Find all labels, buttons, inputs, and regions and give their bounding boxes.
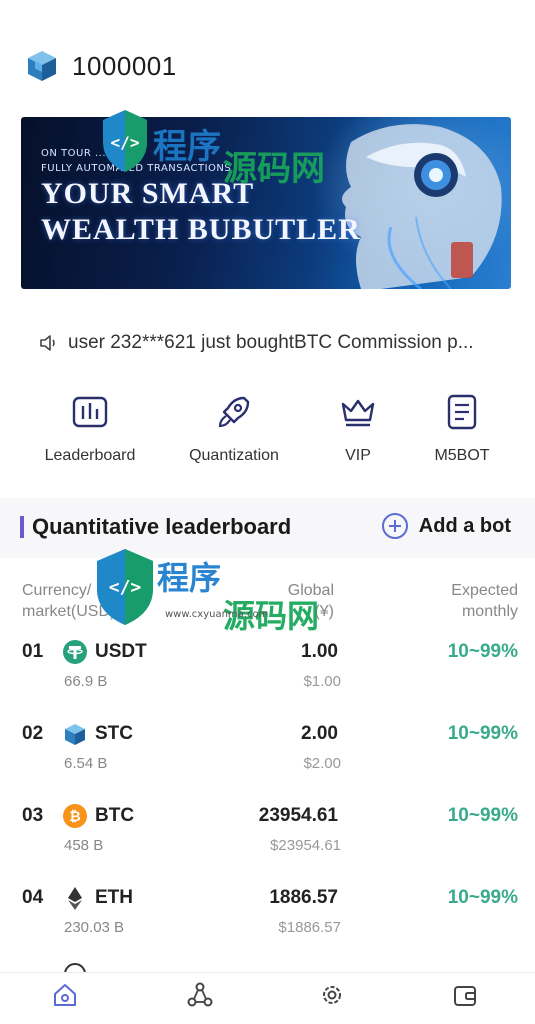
gear-icon <box>323 986 341 1004</box>
speaker-icon <box>40 335 55 351</box>
coin-price: 1886.57 <box>269 887 338 908</box>
expected-return: 10~99% <box>447 641 518 662</box>
rocket-icon <box>218 396 250 428</box>
coin-price-secondary: $1.00 <box>303 673 341 690</box>
bitcoin-icon: ₿ <box>63 804 87 828</box>
coin-price: 2.00 <box>301 723 338 744</box>
table-row[interactable]: 04 ETH 230.03 B 1886.57 $1886.57 10~99% <box>0 883 535 953</box>
crown-icon <box>341 399 375 427</box>
tether-icon <box>63 640 87 664</box>
section-title: Quantitative leaderboard <box>32 514 292 539</box>
expected-return: 10~99% <box>447 723 518 744</box>
home-icon <box>54 984 76 1006</box>
coin-symbol: BTC <box>95 805 135 826</box>
document-icon <box>447 394 477 430</box>
banner-headline-2: WEALTH BUBUTLER <box>41 213 361 246</box>
column-global: Global (¥) <box>254 580 334 622</box>
column-currency-line2: market(USD) <box>22 603 116 620</box>
coin-price: 1.00 <box>301 641 338 662</box>
menu-label: Leaderboard <box>44 447 136 464</box>
row-index: 01 <box>22 641 44 662</box>
table-row[interactable]: 01 USDT 66.9 B 1.00 $1.00 10~99% <box>0 637 535 707</box>
coin-volume: 6.54 B <box>64 755 108 772</box>
svg-text:www.cxyuanma.com: www.cxyuanma.com <box>165 609 268 620</box>
column-global-line1: Global <box>287 582 334 599</box>
coin-symbol: USDT <box>95 641 147 662</box>
bar-chart-icon <box>72 396 108 428</box>
coin-volume: 458 B <box>64 837 104 854</box>
menu-item-m5bot[interactable]: M5BOT <box>402 392 522 465</box>
announcement-ticker[interactable]: user 232***621 just boughtBTC Commission… <box>38 328 508 358</box>
table-row[interactable]: 03 ₿ BTC 458 B 23954.61 $23954.61 10~99% <box>0 801 535 871</box>
column-expected-line1: Expected <box>451 582 518 599</box>
row-index: 03 <box>22 805 44 826</box>
svg-text:₿: ₿ <box>69 809 80 825</box>
announcement-text: user 232***621 just boughtBTC Commission… <box>68 332 474 353</box>
add-bot-label: Add a bot <box>418 514 511 537</box>
coin-volume: 230.03 B <box>64 919 125 936</box>
plus-circle-icon <box>381 513 408 539</box>
bottom-tab-bar <box>0 972 535 1024</box>
wallet-icon <box>454 986 476 1006</box>
promo-banner[interactable]: ON TOUR ... FULLY AUTOMATED TRANSACTIONS… <box>21 117 511 289</box>
tab-wallet[interactable] <box>425 981 505 1009</box>
column-expected: Expected monthly <box>451 580 518 622</box>
banner-subtitle-1: ON TOUR ... <box>41 148 106 159</box>
menu-label: VIP <box>345 447 371 464</box>
coin-symbol: ETH <box>95 887 133 908</box>
row-index: 04 <box>22 887 44 908</box>
expected-return: 10~99% <box>447 887 518 908</box>
expected-return: 10~99% <box>447 805 518 826</box>
tab-home[interactable] <box>25 981 105 1009</box>
menu-item-vip[interactable]: VIP <box>298 392 418 465</box>
coin-price-secondary: $1886.57 <box>278 919 341 936</box>
leaderboard-header: Quantitative leaderboard Add a bot <box>0 498 535 558</box>
cube-icon <box>65 724 85 745</box>
banner-subtitle-2: FULLY AUTOMATED TRANSACTIONS <box>41 163 232 174</box>
user-id: 1000001 <box>72 50 177 81</box>
menu-item-quantization[interactable]: Quantization <box>174 392 294 465</box>
menu-label: M5BOT <box>434 447 490 464</box>
cube-icon <box>28 51 56 81</box>
tab-network[interactable] <box>160 981 240 1009</box>
column-currency-line1: Currency/ ... <box>22 582 110 599</box>
banner-headline-1: YOUR SMART <box>41 177 255 210</box>
svg-text:程序: 程序 <box>157 559 221 597</box>
nodes-icon <box>187 982 213 1007</box>
quick-menu: Leaderboard Quantization VIP M5BOT <box>0 392 535 472</box>
column-global-line2: (¥) <box>314 603 334 620</box>
table-row[interactable]: 02 STC 6.54 B 2.00 $2.00 10~99% <box>0 719 535 789</box>
row-index: 02 <box>22 723 44 744</box>
menu-label: Quantization <box>189 447 279 464</box>
account-header: 1000001 <box>24 46 177 86</box>
section-accent-bar <box>20 516 24 538</box>
column-expected-line2: monthly <box>461 603 518 620</box>
coin-symbol: STC <box>95 723 133 744</box>
menu-item-leaderboard[interactable]: Leaderboard <box>30 392 150 465</box>
coin-price: 23954.61 <box>258 805 338 826</box>
coin-price-secondary: $23954.61 <box>270 837 341 854</box>
ethereum-icon <box>68 887 82 910</box>
add-bot-button[interactable]: Add a bot <box>381 512 511 540</box>
tab-tasks[interactable] <box>292 981 372 1009</box>
coin-price-secondary: $2.00 <box>303 755 341 772</box>
column-currency: Currency/ ... market(USD) <box>22 580 115 622</box>
coin-volume: 66.9 B <box>64 673 108 690</box>
